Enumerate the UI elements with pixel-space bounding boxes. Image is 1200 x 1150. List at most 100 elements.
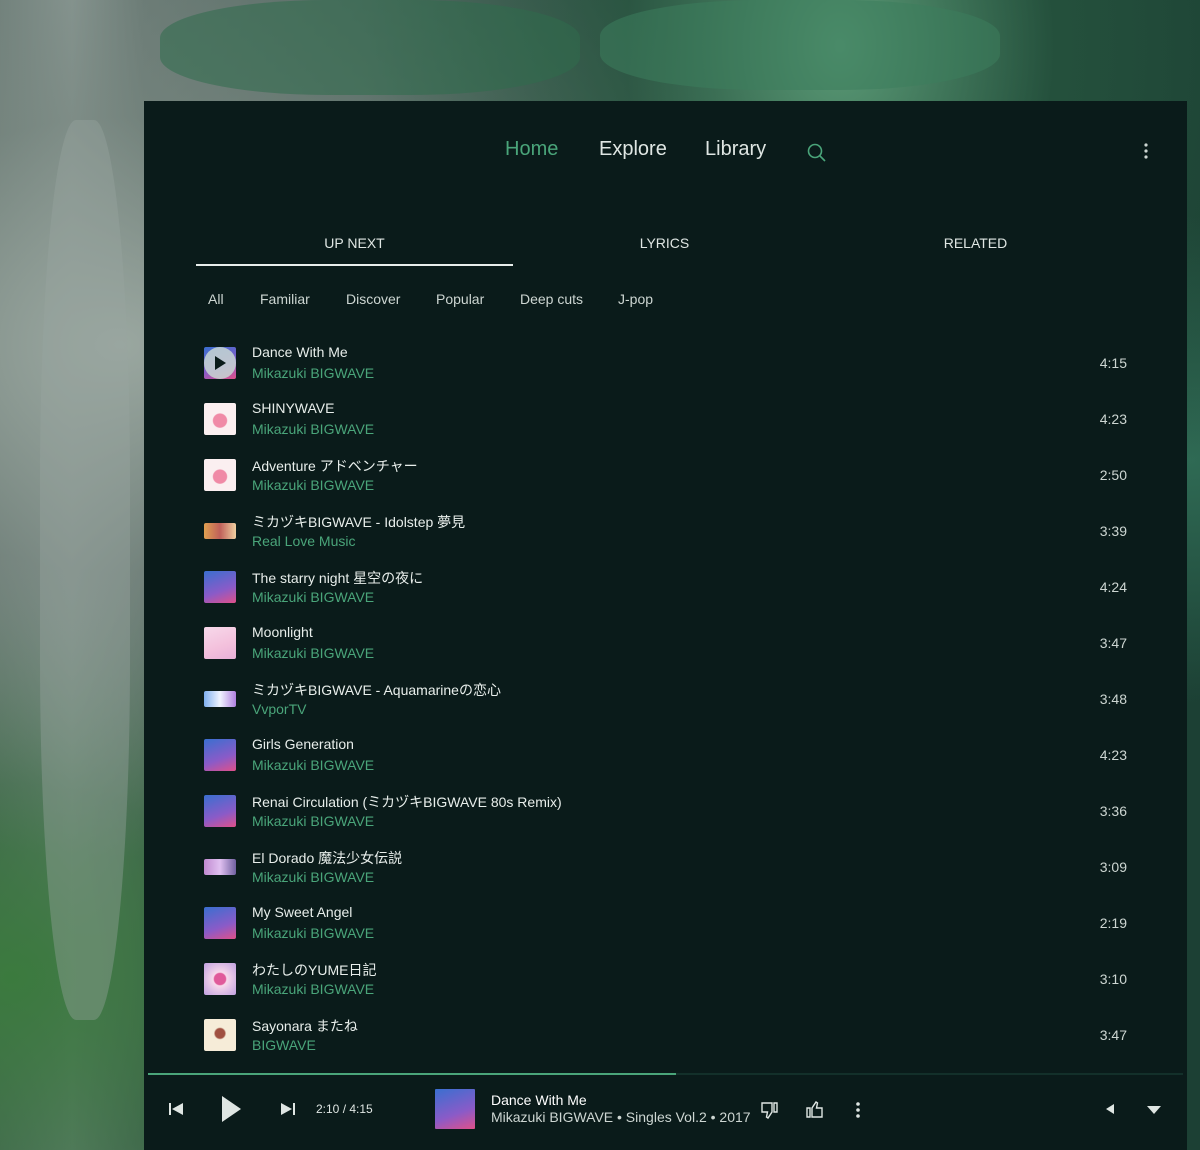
queue-item[interactable]: ミカヅキBIGWAVE - Aquamarineの恋心 VvporTV 3:48 [196, 670, 1135, 726]
track-artist[interactable]: BIGWAVE [252, 1037, 316, 1053]
track-duration: 3:47 [1099, 1027, 1127, 1043]
track-title: ミカヅキBIGWAVE - Idolstep 夢見 [252, 514, 466, 530]
track-title: The starry night 星空の夜に [252, 570, 424, 586]
now-playing-album-art [435, 1089, 475, 1129]
track-artist[interactable]: Mikazuki BIGWAVE [252, 869, 374, 885]
track-artist[interactable]: VvporTV [252, 701, 306, 717]
track-artist[interactable]: Mikazuki BIGWAVE [252, 645, 374, 661]
queue-item[interactable]: Moonlight Mikazuki BIGWAVE 3:47 [196, 614, 1135, 670]
track-artist[interactable]: Mikazuki BIGWAVE [252, 813, 374, 829]
track-title: My Sweet Angel [252, 904, 353, 920]
track-title: SHINYWAVE [252, 400, 335, 416]
track-artist[interactable]: Mikazuki BIGWAVE [252, 477, 374, 493]
thumb-up-icon[interactable] [804, 1100, 824, 1120]
track-duration: 3:36 [1099, 803, 1127, 819]
tab-lyrics[interactable]: LYRICS [509, 226, 820, 266]
track-title: Renai Circulation (ミカヅキBIGWAVE 80s Remix… [252, 794, 562, 810]
background-foliage [600, 0, 1000, 90]
queue-tabs: UP NEXT LYRICS RELATED [196, 226, 1129, 268]
thumb-down-icon[interactable] [760, 1100, 780, 1120]
track-artist[interactable]: Mikazuki BIGWAVE [252, 925, 374, 941]
album-art [204, 691, 236, 707]
track-title: Adventure アドベンチャー [252, 458, 418, 474]
queue-item[interactable]: Sayonara またね BIGWAVE 3:47 [196, 1006, 1135, 1062]
more-vert-icon[interactable] [1140, 141, 1152, 161]
nav-explore[interactable]: Explore [599, 138, 667, 161]
track-duration: 3:10 [1099, 971, 1127, 987]
album-art [204, 795, 236, 827]
chip-familiar[interactable]: Familiar [260, 291, 310, 307]
play-icon[interactable] [220, 1095, 242, 1123]
background-foliage [160, 0, 580, 95]
queue-item[interactable]: わたしのYUME日記 Mikazuki BIGWAVE 3:10 [196, 950, 1135, 1006]
album-art [204, 459, 236, 491]
track-duration: 4:24 [1099, 579, 1127, 595]
track-title: Girls Generation [252, 736, 354, 752]
track-duration: 4:23 [1099, 747, 1127, 763]
track-duration: 2:19 [1099, 915, 1127, 931]
track-artist[interactable]: Mikazuki BIGWAVE [252, 981, 374, 997]
chip-popular[interactable]: Popular [436, 291, 484, 307]
chip-j-pop[interactable]: J-pop [618, 291, 653, 307]
queue-item[interactable]: Adventure アドベンチャー Mikazuki BIGWAVE 2:50 [196, 446, 1135, 502]
player-bar: 2:10 / 4:15 Dance With Me Mikazuki BIGWA… [144, 1073, 1187, 1150]
album-art [204, 571, 236, 603]
app-window: Home Explore Library UP NEXT LYRICS RELA… [144, 101, 1187, 1150]
album-art [204, 523, 236, 539]
now-playing-subtitle[interactable]: Mikazuki BIGWAVE • Singles Vol.2 • 2017 [491, 1109, 751, 1125]
track-title: El Dorado 魔法少女伝説 [252, 850, 403, 866]
track-title: Moonlight [252, 624, 313, 640]
nav-library[interactable]: Library [705, 138, 766, 161]
track-duration: 3:39 [1099, 523, 1127, 539]
album-art [204, 1019, 236, 1051]
tab-up-next[interactable]: UP NEXT [199, 226, 510, 266]
search-icon[interactable] [806, 142, 828, 164]
track-duration: 3:47 [1099, 635, 1127, 651]
track-title: ミカヅキBIGWAVE - Aquamarineの恋心 [252, 682, 501, 698]
track-artist[interactable]: Mikazuki BIGWAVE [252, 589, 374, 605]
time-display: 2:10 / 4:15 [316, 1102, 373, 1116]
now-playing-title: Dance With Me [491, 1092, 587, 1108]
track-duration: 2:50 [1099, 467, 1127, 483]
volume-icon[interactable] [1105, 1103, 1115, 1115]
queue-item[interactable]: The starry night 星空の夜に Mikazuki BIGWAVE … [196, 558, 1135, 614]
queue-item[interactable]: Dance With Me Mikazuki BIGWAVE 4:15 [196, 334, 1135, 390]
chip-discover[interactable]: Discover [346, 291, 400, 307]
tab-related[interactable]: RELATED [820, 226, 1131, 266]
album-art [204, 627, 236, 659]
album-art [204, 963, 236, 995]
progress-bar[interactable] [148, 1073, 1183, 1075]
queue-item[interactable]: My Sweet Angel Mikazuki BIGWAVE 2:19 [196, 894, 1135, 950]
track-title: Dance With Me [252, 344, 348, 360]
track-artist[interactable]: Mikazuki BIGWAVE [252, 757, 374, 773]
album-art [204, 859, 236, 875]
track-duration: 4:23 [1099, 411, 1127, 427]
album-art [204, 907, 236, 939]
track-duration: 3:09 [1099, 859, 1127, 875]
chip-deep-cuts[interactable]: Deep cuts [520, 291, 583, 307]
queue-item[interactable]: SHINYWAVE Mikazuki BIGWAVE 4:23 [196, 390, 1135, 446]
track-artist[interactable]: Mikazuki BIGWAVE [252, 421, 374, 437]
skip-next-icon[interactable] [280, 1101, 296, 1117]
track-title: Sayonara またね [252, 1018, 358, 1034]
chip-all[interactable]: All [208, 291, 224, 307]
play-icon[interactable] [204, 347, 236, 379]
skip-previous-icon[interactable] [168, 1101, 184, 1117]
queue-item[interactable]: Renai Circulation (ミカヅキBIGWAVE 80s Remix… [196, 782, 1135, 838]
track-duration: 4:15 [1099, 355, 1127, 371]
queue-item[interactable]: ミカヅキBIGWAVE - Idolstep 夢見 Real Love Musi… [196, 502, 1135, 558]
expand-icon[interactable] [1146, 1105, 1162, 1115]
queue-item[interactable]: Girls Generation Mikazuki BIGWAVE 4:23 [196, 726, 1135, 782]
tab-selected-indicator [196, 264, 513, 266]
top-navigation: Home Explore Library [144, 101, 1187, 201]
nav-home[interactable]: Home [505, 138, 558, 161]
queue-item[interactable]: El Dorado 魔法少女伝説 Mikazuki BIGWAVE 3:09 [196, 838, 1135, 894]
track-artist[interactable]: Real Love Music [252, 533, 356, 549]
more-vert-icon[interactable] [852, 1101, 864, 1119]
album-art [204, 739, 236, 771]
track-artist[interactable]: Mikazuki BIGWAVE [252, 365, 374, 381]
track-title: わたしのYUME日記 [252, 962, 377, 978]
album-art [204, 403, 236, 435]
progress-fill [148, 1073, 676, 1075]
background-tree-trunk [40, 120, 130, 1020]
